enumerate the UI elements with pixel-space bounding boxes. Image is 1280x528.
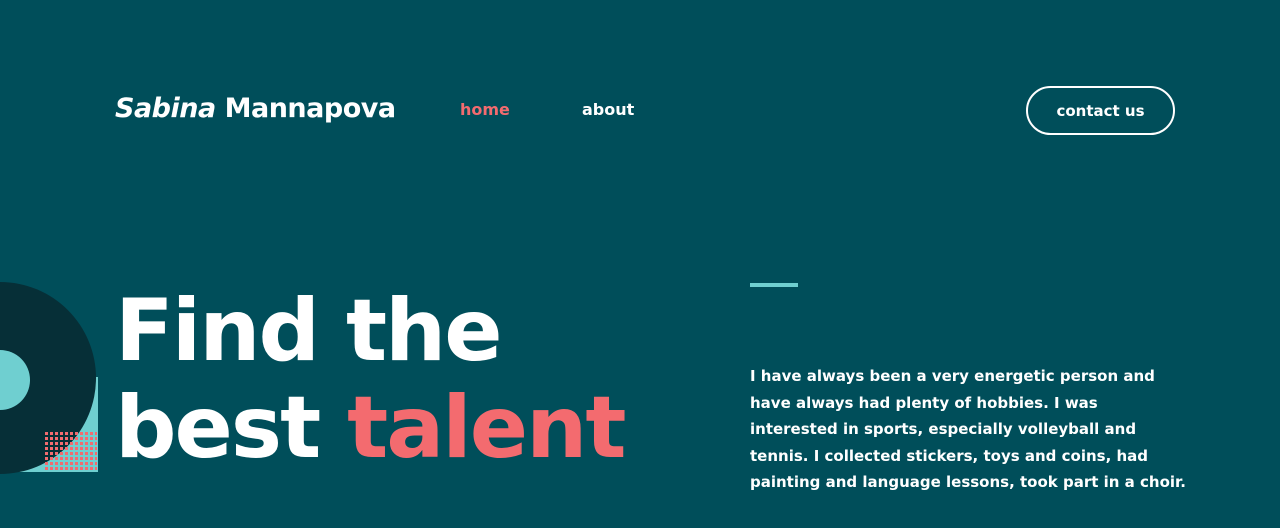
logo-first-name: Sabina bbox=[115, 93, 216, 124]
hero-headline: Find the best talent bbox=[115, 281, 626, 478]
dotted-grid-shape bbox=[44, 430, 97, 472]
logo-last-name: Mannapova bbox=[224, 93, 396, 124]
contact-us-button[interactable]: contact us bbox=[1026, 86, 1175, 135]
page: Sabina Mannapova home about contact us F… bbox=[0, 0, 1280, 528]
headline-line-2-plain: best bbox=[115, 378, 321, 478]
nav-about-link[interactable]: about bbox=[582, 100, 634, 119]
geometric-shapes-decoration bbox=[0, 282, 98, 474]
headline-accent-word: talent bbox=[347, 378, 626, 478]
section-divider bbox=[750, 283, 798, 287]
nav-home-link[interactable]: home bbox=[460, 100, 510, 119]
site-logo[interactable]: Sabina Mannapova bbox=[115, 93, 396, 124]
headline-line-1: Find the bbox=[115, 281, 503, 381]
intro-paragraph: I have always been a very energetic pers… bbox=[750, 367, 1186, 491]
